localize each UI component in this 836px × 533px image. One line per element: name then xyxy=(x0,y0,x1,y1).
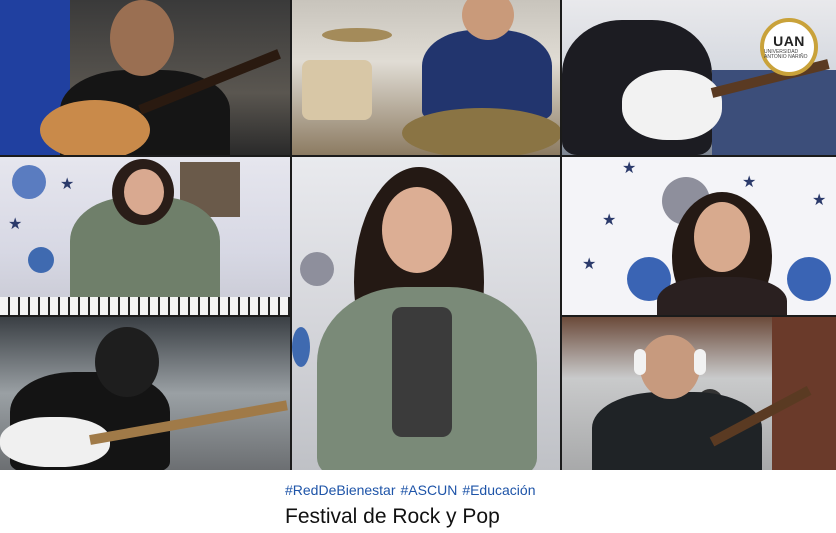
star-decoration: ★ xyxy=(602,212,617,229)
logo-text: UAN xyxy=(773,33,805,49)
cymbal xyxy=(322,28,392,42)
hashtag-link[interactable]: #ASCUN xyxy=(401,482,458,498)
participant-tile-drummer xyxy=(292,0,560,155)
person-head xyxy=(382,187,452,273)
university-logo: UAN UNIVERSIDAD ANTONIO NARIÑO xyxy=(760,18,818,76)
participant-tile-guitarist-electric: UAN UNIVERSIDAD ANTONIO NARIÑO xyxy=(562,0,836,155)
planet-decoration xyxy=(12,165,46,199)
person-head xyxy=(124,169,164,215)
hashtag-row: #RedDeBienestar #ASCUN #Educación xyxy=(285,482,540,498)
video-frame[interactable]: UAN UNIVERSIDAD ANTONIO NARIÑO ★ ★ ★ ★ ★… xyxy=(0,0,836,470)
participant-tile-lead-singer xyxy=(292,157,560,470)
star-decoration: ★ xyxy=(622,160,637,177)
person-head xyxy=(694,202,750,272)
participant-tile-keyboardist: ★ ★ xyxy=(0,157,290,315)
person-top xyxy=(392,307,452,437)
logo-subtext: UNIVERSIDAD ANTONIO NARIÑO xyxy=(764,49,808,60)
star-decoration: ★ xyxy=(812,192,827,209)
headphones-left xyxy=(634,349,646,375)
person-head xyxy=(110,0,174,76)
headphones-right xyxy=(694,349,706,375)
person-body xyxy=(422,30,552,120)
person-head xyxy=(95,327,159,397)
star-decoration: ★ xyxy=(742,174,757,191)
hashtag-link[interactable]: #RedDeBienestar xyxy=(285,482,396,498)
guitar-body xyxy=(40,100,150,155)
planet-decoration xyxy=(28,247,54,273)
hashtag-link[interactable]: #Educación xyxy=(462,482,535,498)
participant-tile-guitarist-acoustic xyxy=(0,0,290,155)
star-decoration: ★ xyxy=(60,176,75,193)
participant-tile-bassist xyxy=(0,317,290,470)
planet-decoration xyxy=(292,327,310,367)
participant-tile-guitarist-headphones xyxy=(562,317,836,470)
planet-decoration xyxy=(300,252,334,286)
planet-decoration xyxy=(787,257,831,301)
participant-tile-backup-singer: ★ ★ ★ ★ ★ xyxy=(562,157,836,315)
person-head xyxy=(640,335,700,399)
video-title: Festival de Rock y Pop xyxy=(285,505,500,528)
star-decoration: ★ xyxy=(582,256,597,273)
person-body xyxy=(657,277,787,315)
drum xyxy=(302,60,372,120)
star-decoration: ★ xyxy=(8,216,23,233)
cymbal-front xyxy=(402,108,560,155)
piano-keys xyxy=(0,297,290,315)
guitar-body xyxy=(622,70,722,140)
